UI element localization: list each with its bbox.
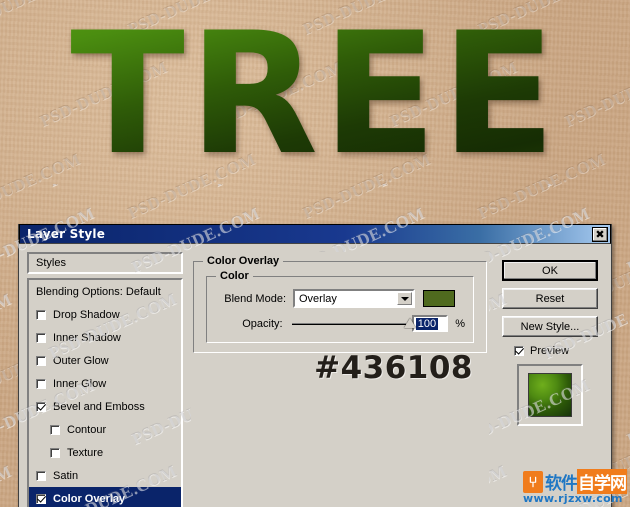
effect-checkbox[interactable] xyxy=(36,378,46,389)
chevron-down-icon[interactable] xyxy=(397,292,412,305)
preview-label: Preview xyxy=(530,345,570,357)
blend-mode-value: Overlay xyxy=(299,292,337,305)
opacity-value: 100 xyxy=(415,317,439,330)
effect-label: Contour xyxy=(67,423,107,436)
effect-label: Texture xyxy=(67,446,104,459)
effect-label: Inner Glow xyxy=(53,377,107,390)
opacity-slider-thumb[interactable] xyxy=(403,317,416,328)
screenshot-canvas: PSD-DUDE.COM PSD-DUDE.COM PSD-DUDE.COM PSD-… xyxy=(0,0,630,507)
site-logo-top: ⑂ 软件 自学网 xyxy=(523,469,627,494)
blend-mode-select[interactable]: Overlay xyxy=(293,289,415,308)
effect-row-drop-shadow[interactable]: Drop Shadow xyxy=(29,303,181,326)
watermark-text: PSD-DUDE.COM xyxy=(0,460,15,507)
effect-label: Drop Shadow xyxy=(53,308,120,321)
dialog-title: Layer Style xyxy=(27,227,106,241)
layer-style-dialog: Layer Style ✖ PSD-DUDE.COM PSD-DUDE.COM PS… xyxy=(0,184,630,507)
color-overlay-group-title: Color Overlay xyxy=(203,255,284,267)
effect-checkbox[interactable] xyxy=(36,355,46,366)
new-style-button[interactable]: New Style... xyxy=(502,316,598,337)
color-overlay-group: Color Overlay Color Blend Mode: Overlay xyxy=(193,255,487,353)
opacity-slider[interactable] xyxy=(291,317,416,328)
color-group: Color Blend Mode: Overlay Opacity: 100 % xyxy=(206,270,474,343)
effect-row-inner-glow[interactable]: Inner Glow xyxy=(29,372,181,395)
effect-row-satin[interactable]: Satin xyxy=(29,464,181,487)
watermark-text: PSD-DUDE.COM xyxy=(0,288,15,363)
reset-button[interactable]: Reset xyxy=(502,288,598,309)
effect-label: Color Overlay xyxy=(53,492,126,505)
effect-checkbox[interactable] xyxy=(50,447,60,458)
site-logo: ⑂ 软件 自学网 www.rjzxw.com xyxy=(523,469,627,505)
blend-mode-label: Blend Mode: xyxy=(224,292,286,305)
effect-label: Inner Shadow xyxy=(53,331,121,344)
effects-list[interactable]: Blending Options: Default Drop Shadow Inne… xyxy=(27,278,183,507)
artwork-headline: TREE xyxy=(0,0,630,194)
effect-checkbox[interactable] xyxy=(50,424,60,435)
logo-mark-icon: ⑂ xyxy=(523,470,543,493)
preview-row[interactable]: Preview xyxy=(502,345,598,357)
ok-button[interactable]: OK xyxy=(502,260,598,281)
opacity-unit: % xyxy=(455,317,465,330)
effect-row-color-overlay[interactable]: Color Overlay xyxy=(29,487,181,507)
effect-checkbox[interactable] xyxy=(36,493,46,504)
effect-checkbox[interactable] xyxy=(36,332,46,343)
site-logo-url: www.rjzxw.com xyxy=(523,492,623,505)
effect-row-bevel-and-emboss[interactable]: Bevel and Emboss xyxy=(29,395,181,418)
blend-mode-row: Blend Mode: Overlay xyxy=(215,289,465,308)
effect-row-texture[interactable]: Texture xyxy=(29,441,181,464)
styles-header[interactable]: Styles xyxy=(27,252,183,274)
opacity-input[interactable]: 100 xyxy=(411,315,449,332)
effect-row-outer-glow[interactable]: Outer Glow xyxy=(29,349,181,372)
effect-checkbox[interactable] xyxy=(36,401,46,412)
site-logo-name-orange: 自学网 xyxy=(577,469,627,494)
effect-row-inner-shadow[interactable]: Inner Shadow xyxy=(29,326,181,349)
effect-label: Outer Glow xyxy=(53,354,109,367)
color-group-title: Color xyxy=(216,270,253,282)
effect-label: Satin xyxy=(53,469,79,482)
effect-row-blending-options-default[interactable]: Blending Options: Default xyxy=(29,280,181,303)
preview-checkbox[interactable] xyxy=(514,346,524,356)
settings-panel: Color Overlay Color Blend Mode: Overlay xyxy=(191,252,489,507)
preview-swatch xyxy=(528,373,572,417)
watermark-text: PSD-DUDE.COM xyxy=(623,202,630,277)
effect-row-contour[interactable]: Contour xyxy=(29,418,181,441)
effect-label: Blending Options: Default xyxy=(36,285,161,298)
styles-column: Styles Blending Options: Default Drop Sha… xyxy=(27,252,183,507)
opacity-label: Opacity: xyxy=(242,317,283,330)
effect-checkbox[interactable] xyxy=(36,309,46,320)
site-logo-name-blue: 软件 xyxy=(545,474,578,494)
hex-color-annotation: #436108 xyxy=(314,350,473,386)
dialog-body: PSD-DUDE.COM PSD-DUDE.COM PSD-DUDE.COM PSD-… xyxy=(0,184,630,507)
opacity-row: Opacity: 100 % xyxy=(215,315,465,332)
dialog-titlebar[interactable]: Layer Style ✖ xyxy=(19,224,611,244)
preview-box xyxy=(517,364,583,426)
overlay-color-swatch[interactable] xyxy=(423,290,455,307)
watermark-text: PSD-DUDE.COM xyxy=(623,374,630,449)
effect-checkbox[interactable] xyxy=(36,470,46,481)
effect-label: Bevel and Emboss xyxy=(53,400,145,413)
close-icon[interactable]: ✖ xyxy=(592,226,608,242)
